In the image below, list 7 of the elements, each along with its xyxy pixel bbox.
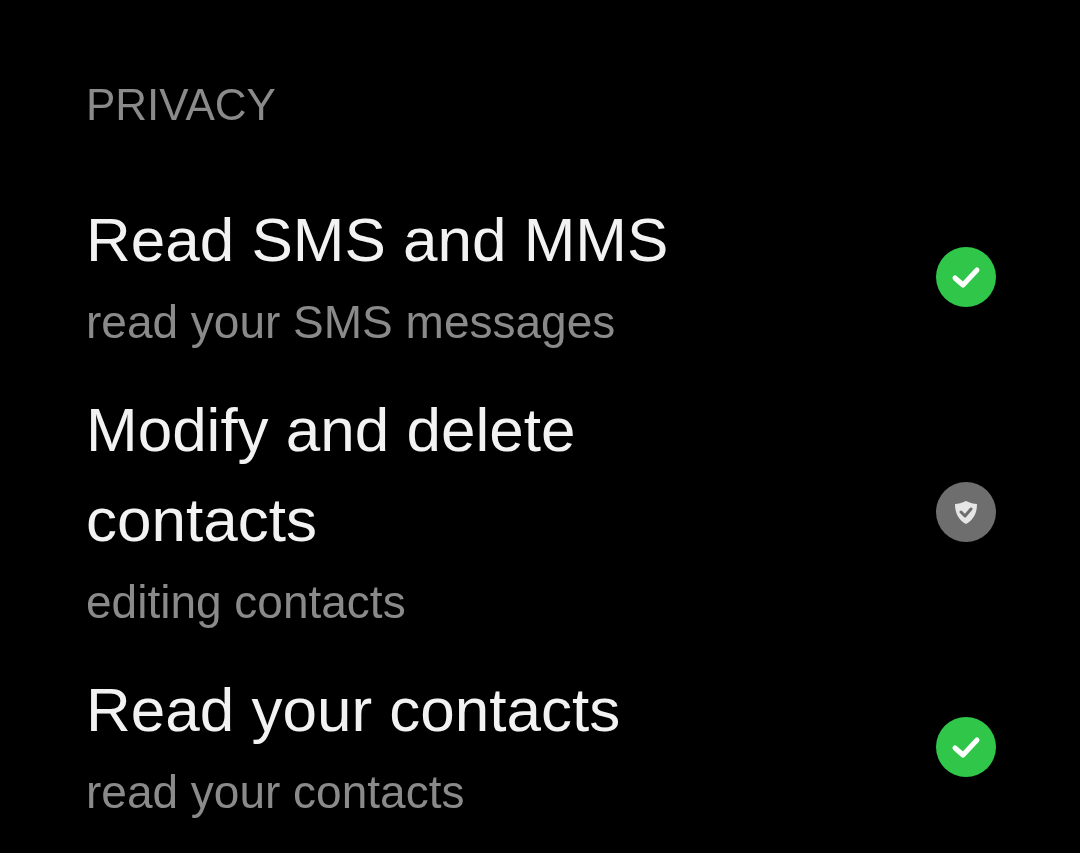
section-header: PRIVACY <box>86 79 276 131</box>
permission-title: Modify and delete contacts <box>86 394 577 556</box>
permission-description: editing contacts <box>86 575 406 630</box>
permission-description: read your SMS messages <box>86 295 616 350</box>
permission-title: Read SMS and MMS <box>86 204 669 276</box>
permission-title: Read your contacts <box>86 674 621 746</box>
permission-description: read your contacts <box>86 765 465 820</box>
